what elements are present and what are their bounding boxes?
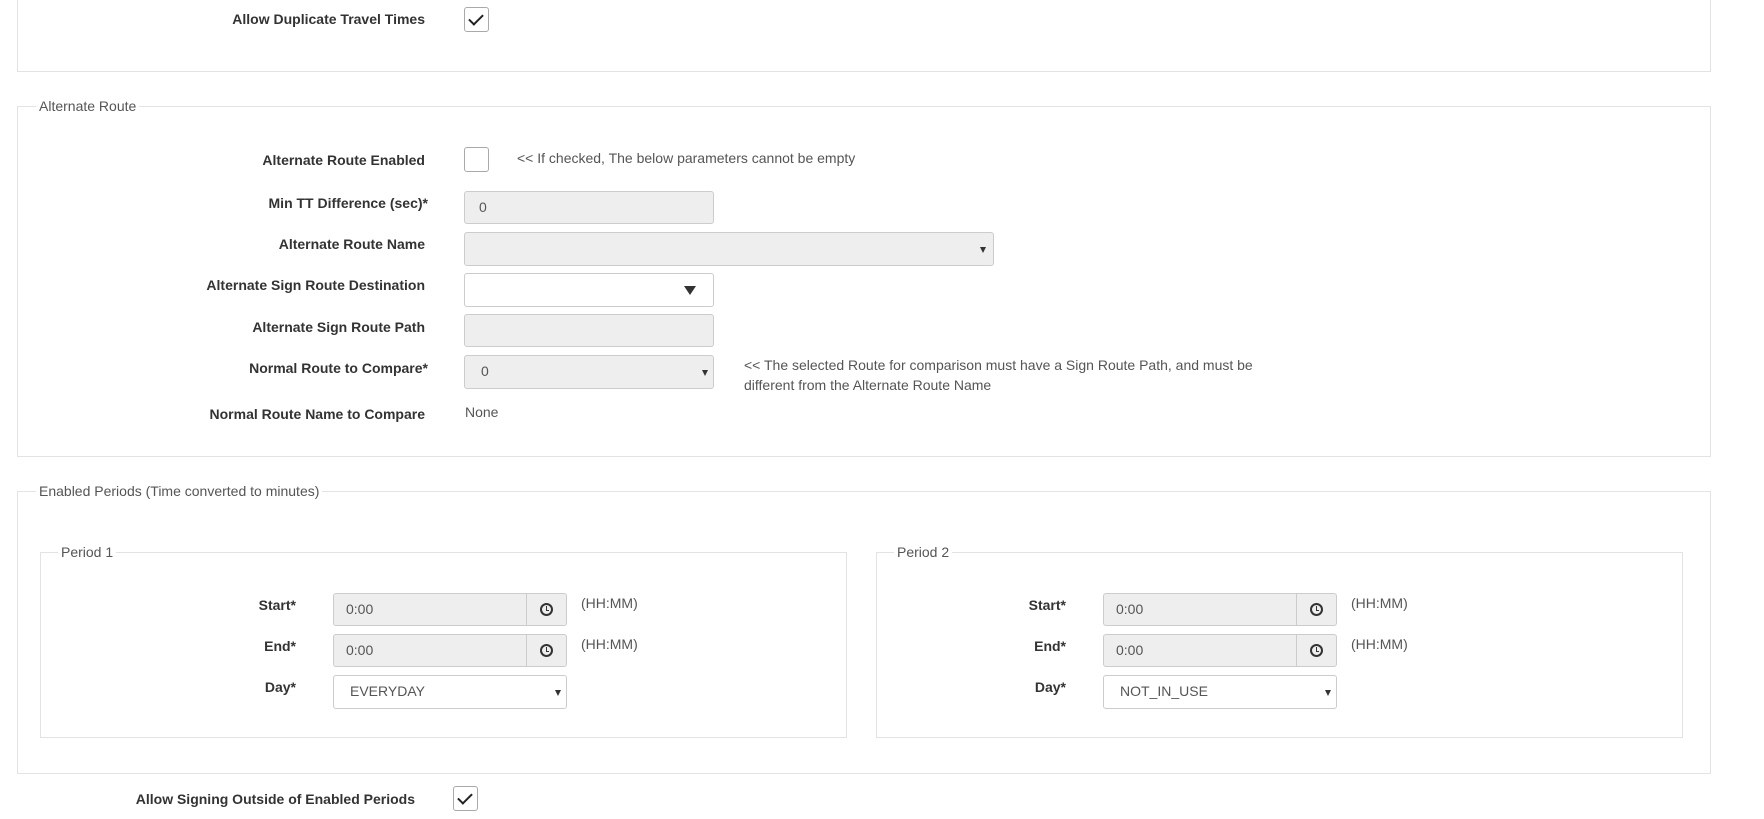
clock-icon bbox=[1310, 644, 1323, 657]
period-1-end-hint: (HH:MM) bbox=[581, 636, 638, 652]
normal-route-to-compare-note-line1: << The selected Route for comparison mus… bbox=[744, 357, 1253, 373]
caret-down-icon bbox=[684, 286, 696, 295]
alternate-sign-route-path-label: Alternate Sign Route Path bbox=[252, 319, 425, 335]
period-2-start-label: Start* bbox=[1028, 597, 1066, 613]
alternate-sign-route-path-input[interactable] bbox=[464, 314, 714, 347]
period-2-day-value: NOT_IN_USE bbox=[1120, 683, 1208, 699]
period-2-start-clock-button[interactable] bbox=[1296, 593, 1337, 626]
allow-signing-outside-periods-label: Allow Signing Outside of Enabled Periods bbox=[135, 791, 415, 807]
period-1-start-label: Start* bbox=[258, 597, 296, 613]
checkmark-icon bbox=[457, 789, 473, 805]
period-1-day-value: EVERYDAY bbox=[350, 683, 425, 699]
alternate-sign-route-destination-select[interactable] bbox=[464, 273, 714, 307]
period-1-end-clock-button[interactable] bbox=[526, 634, 567, 667]
normal-route-name-to-compare-value: None bbox=[465, 404, 499, 420]
enabled-periods-legend: Enabled Periods (Time converted to minut… bbox=[36, 482, 323, 500]
caret-down-icon bbox=[1325, 690, 1331, 696]
alternate-route-enabled-label: Alternate Route Enabled bbox=[262, 152, 425, 168]
min-tt-difference-input[interactable]: 0 bbox=[464, 191, 714, 224]
clock-icon bbox=[1310, 603, 1323, 616]
period-1-end-label: End* bbox=[264, 638, 296, 654]
allow-duplicate-travel-times-label: Allow Duplicate Travel Times bbox=[232, 11, 425, 27]
clock-icon bbox=[540, 603, 553, 616]
caret-down-icon bbox=[555, 690, 561, 696]
period-1-start-hint: (HH:MM) bbox=[581, 595, 638, 611]
alternate-route-name-select[interactable] bbox=[464, 232, 994, 266]
period-1-legend: Period 1 bbox=[58, 543, 117, 561]
period-1-day-select[interactable]: EVERYDAY bbox=[333, 675, 567, 709]
period-2-legend: Period 2 bbox=[894, 543, 953, 561]
normal-route-to-compare-value: 0 bbox=[481, 363, 489, 379]
alternate-sign-route-destination-label: Alternate Sign Route Destination bbox=[206, 277, 425, 293]
caret-down-icon bbox=[702, 370, 708, 376]
normal-route-to-compare-select[interactable]: 0 bbox=[464, 355, 714, 389]
normal-route-name-to-compare-label: Normal Route Name to Compare bbox=[209, 406, 425, 422]
period-1-day-label: Day* bbox=[264, 679, 296, 695]
period-2-start-hint: (HH:MM) bbox=[1351, 595, 1408, 611]
period-1-start-input[interactable]: 0:00 bbox=[333, 593, 526, 626]
period-2-end-hint: (HH:MM) bbox=[1351, 636, 1408, 652]
alternate-route-name-label: Alternate Route Name bbox=[278, 236, 425, 252]
normal-route-to-compare-note-line2: different from the Alternate Route Name bbox=[744, 377, 992, 393]
allow-duplicate-travel-times-checkbox[interactable] bbox=[464, 7, 489, 32]
checkmark-icon bbox=[468, 10, 484, 26]
min-tt-difference-label: Min TT Difference (sec)* bbox=[268, 195, 428, 211]
allow-signing-outside-periods-checkbox[interactable] bbox=[453, 786, 478, 811]
period-2-day-label: Day* bbox=[1034, 679, 1066, 695]
period-2-end-input[interactable]: 0:00 bbox=[1103, 634, 1296, 667]
period-1-start-clock-button[interactable] bbox=[526, 593, 567, 626]
period-2-day-select[interactable]: NOT_IN_USE bbox=[1103, 675, 1337, 709]
clock-icon bbox=[540, 644, 553, 657]
caret-down-icon bbox=[980, 247, 986, 253]
period-1-end-input[interactable]: 0:00 bbox=[333, 634, 526, 667]
alternate-route-legend: Alternate Route bbox=[36, 97, 140, 115]
alternate-route-enabled-note: << If checked, The below parameters cann… bbox=[517, 150, 856, 166]
period-2-end-clock-button[interactable] bbox=[1296, 634, 1337, 667]
period-2-start-input[interactable]: 0:00 bbox=[1103, 593, 1296, 626]
normal-route-to-compare-label: Normal Route to Compare* bbox=[249, 360, 428, 376]
alternate-route-enabled-checkbox[interactable] bbox=[464, 147, 489, 172]
period-2-end-label: End* bbox=[1034, 638, 1066, 654]
